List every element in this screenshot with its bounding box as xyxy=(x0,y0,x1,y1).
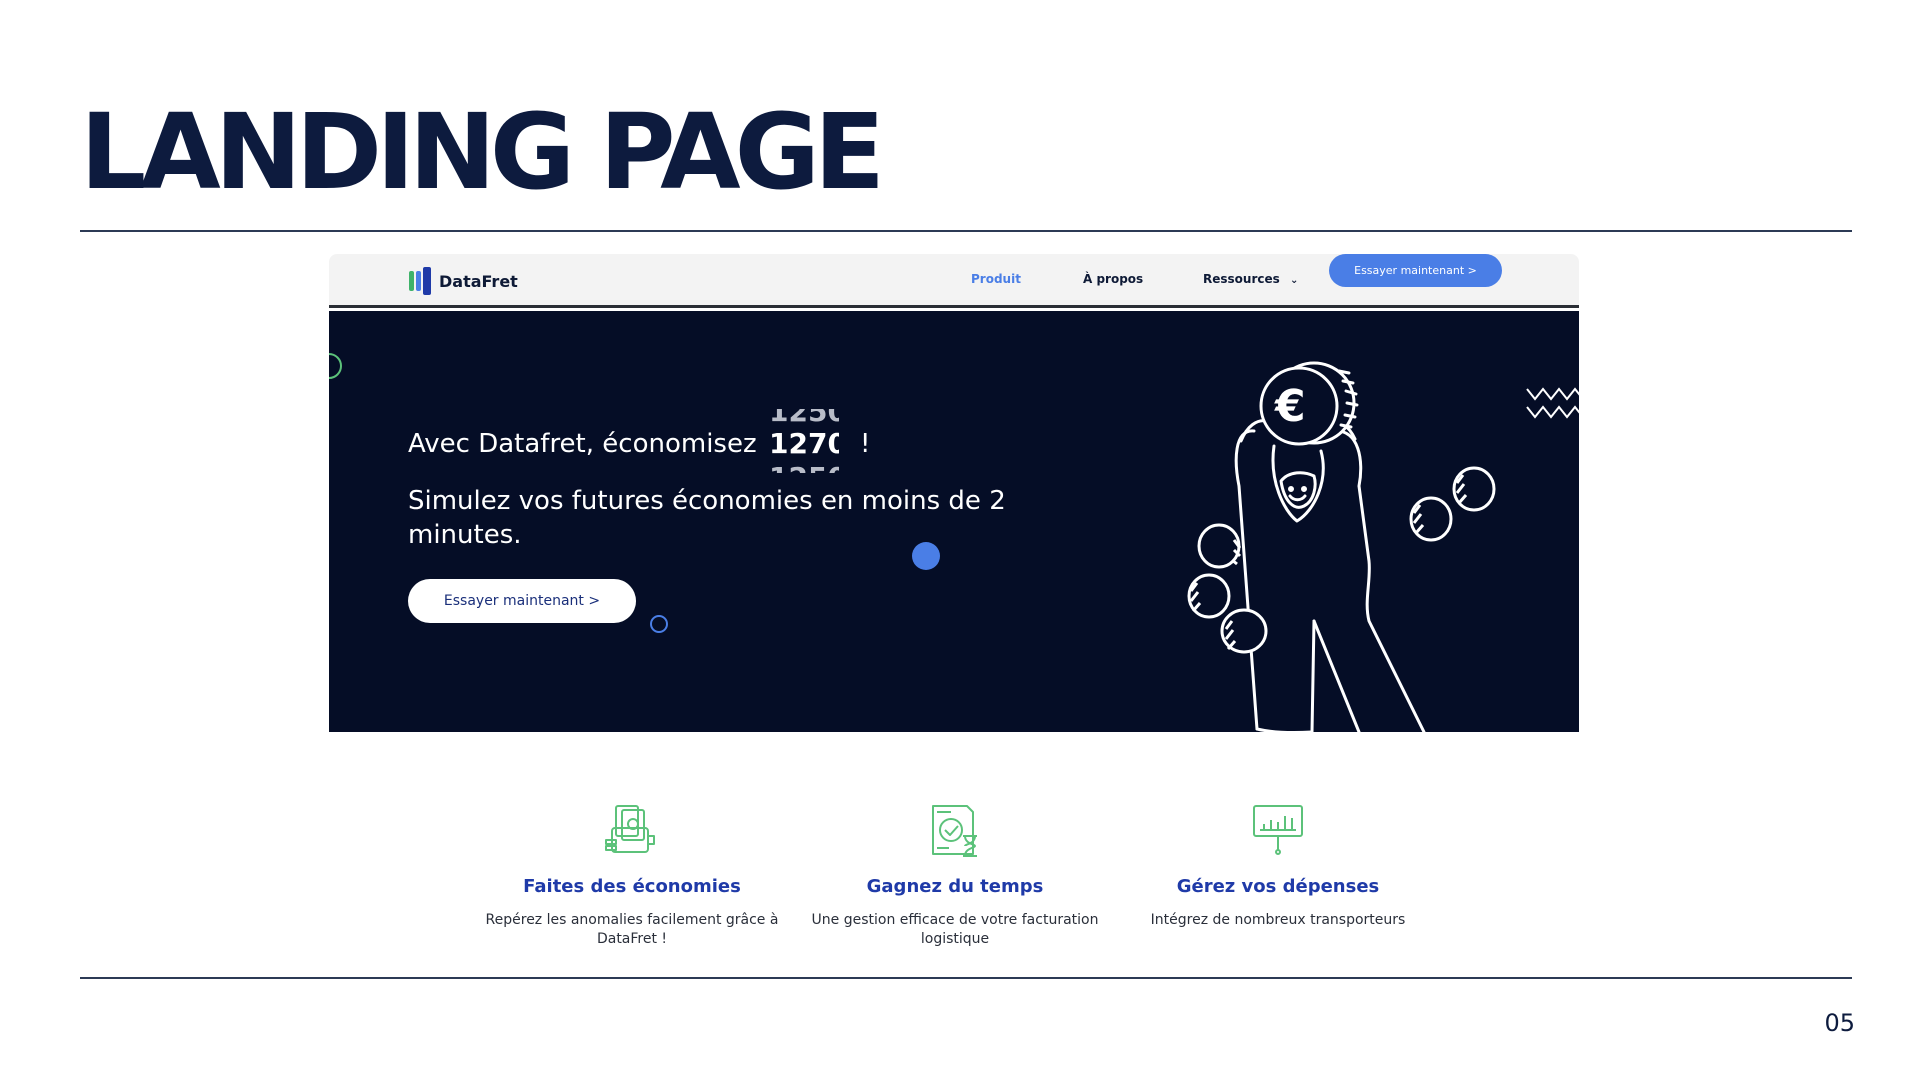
feature-title: Gérez vos dépenses xyxy=(1176,876,1380,897)
hero-section: € Avec Datafret, économisez 1250 1270€ 1… xyxy=(329,311,1579,732)
savings-counter: 1250 1270€ 1250 xyxy=(769,409,839,473)
decor-circle-green-icon xyxy=(329,353,342,379)
hero-subheadline: Simulez vos futures économies en moins d… xyxy=(408,486,1006,550)
invoice-timer-icon xyxy=(932,805,977,857)
feature-expenses: Gérez vos dépenses Intégrez de nombreux … xyxy=(1128,800,1428,930)
hero-headline: Avec Datafret, économisez xyxy=(408,429,757,459)
feature-savings: Faites des économies Repérez les anomali… xyxy=(482,800,782,949)
chart-board-icon xyxy=(1253,805,1303,855)
counter-next: 1250 xyxy=(769,461,839,473)
bottom-divider xyxy=(80,977,1852,979)
euro-icon: € xyxy=(1274,381,1306,432)
feature-title: Faites des économies xyxy=(523,876,741,897)
feature-description: Une gestion efficace de votre facturatio… xyxy=(811,912,1099,947)
chevron-down-icon: ⌄ xyxy=(1289,275,1299,286)
top-divider xyxy=(80,230,1852,232)
feature-description: Intégrez de nombreux transporteurs xyxy=(1150,912,1406,928)
decor-ring-blue-icon xyxy=(650,615,668,633)
nav-link-produit[interactable]: Produit xyxy=(971,272,1021,286)
brand-name: DataFret xyxy=(439,271,518,291)
coins-icon xyxy=(1187,466,1496,654)
hero-headline-exclamation: ! xyxy=(860,429,871,459)
feature-description: Repérez les anomalies facilement grâce à… xyxy=(485,912,779,947)
character-holding-coin-icon xyxy=(1234,361,1426,732)
nav-try-now-button[interactable]: Essayer maintenant > xyxy=(1329,254,1502,287)
feature-time: Gagnez du temps Une gestion efficace de … xyxy=(805,800,1105,949)
nav-ressources-label: Ressources xyxy=(1203,272,1280,286)
nav-dropdown-ressources[interactable]: Ressources ⌄ xyxy=(1203,272,1298,286)
feature-title: Gagnez du temps xyxy=(866,876,1044,897)
wallet-money-icon xyxy=(605,805,655,853)
slide-title: LANDING PAGE xyxy=(80,91,885,213)
counter-previous: 1250 xyxy=(769,409,839,428)
hero-try-now-button[interactable]: Essayer maintenant > xyxy=(408,579,636,623)
website-screenshot: DataFret Produit À propos Ressources ⌄ E… xyxy=(329,254,1579,732)
brand-logo[interactable]: DataFret xyxy=(409,267,518,295)
datafret-logo-icon xyxy=(409,267,433,295)
squiggle-lines-icon xyxy=(1526,387,1579,419)
nav-link-a-propos[interactable]: À propos xyxy=(1083,272,1143,286)
page-number: 05 xyxy=(1824,1009,1855,1037)
counter-value: 1270€ xyxy=(769,427,839,460)
site-navbar: DataFret Produit À propos Ressources ⌄ E… xyxy=(329,254,1579,308)
